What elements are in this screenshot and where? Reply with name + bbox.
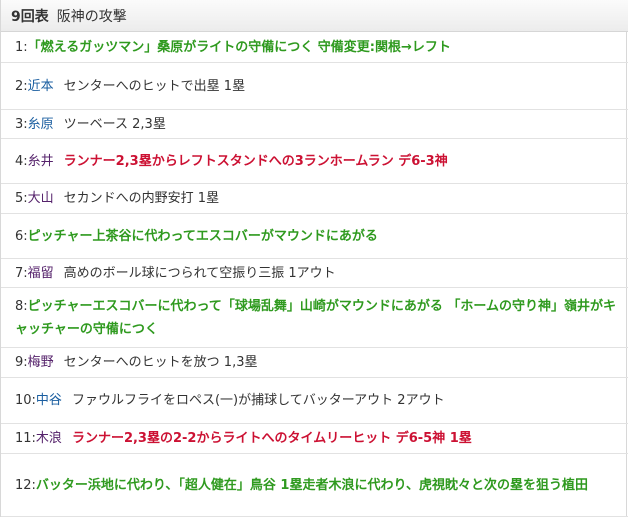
play-number: 2: [15,78,28,94]
play-row: 11:木浪 ランナー2,3塁の2-2からライトへのタイムリーヒット デ6-5神 1… [1,424,628,454]
play-row: 1:「燃えるガッツマン」桑原がライトの守備につく 守備変更:関根→レフト [1,32,628,63]
play-row: 2:近本 センターへのヒットで出塁 1塁 [1,63,628,110]
play-description: ピッチャーエスコバーに代わって「球場乱舞」山崎がマウンドにあがる 「ホームの守り… [15,298,617,337]
play-description: ランナー2,3塁からレフトスタンドへの3ランホームラン デ6-3神 [63,153,448,169]
play-description: ランナー2,3塁の2-2からライトへのタイムリーヒット デ6-5神 1塁 [71,431,472,446]
inning-label: 9回表 [11,8,49,25]
play-row: 3:糸原 ツーベース 2,3塁 [1,110,628,139]
play-description: バッター浜地に代わり、「超人健在」鳥谷 1塁走者木浪に代わり、虎視眈々と次の塁を… [35,477,588,493]
player-link[interactable]: 中谷 [36,393,62,408]
play-description: 「燃えるガッツマン」桑原がライトの守備につく 守備変更:関根→レフト [27,39,451,55]
play-number: 1: [15,39,28,55]
play-row: 6:ピッチャー上茶谷に代わってエスコバーがマウンドにあがる [1,214,628,259]
player-link[interactable]: 福留 [28,266,54,281]
play-description: ファウルフライをロペス(一)が捕球してバッターアウト 2アウト [71,393,445,408]
play-number: 11: [15,431,36,446]
play-row: 12:バッター浜地に代わり、「超人健在」鳥谷 1塁走者木浪に代わり、虎視眈々と次… [1,454,628,517]
play-row: 7:福留 高めのボール球につられて空振り三振 1アウト [1,259,628,288]
play-row: 5:大山 セカンドへの内野安打 1塁 [1,184,628,214]
player-link[interactable]: 梅野 [28,355,54,370]
play-number: 9: [15,355,28,370]
play-row: 4:糸井 ランナー2,3塁からレフトスタンドへの3ランホームラン デ6-3神 [1,139,628,184]
play-number: 10: [15,393,36,408]
player-link[interactable]: 糸原 [28,117,54,132]
play-description: セカンドへの内野安打 1塁 [63,191,220,206]
play-number: 6: [15,228,28,244]
play-row: 9:梅野 センターへのヒットを放つ 1,3塁 [1,348,628,378]
player-link[interactable]: 大山 [28,191,54,206]
play-description: 高めのボール球につられて空振り三振 1アウト [63,265,336,281]
play-number: 4: [15,153,28,169]
play-description: ツーベース 2,3塁 [63,116,166,132]
play-description: センターへのヒットで出塁 1塁 [63,78,246,94]
play-number: 12: [15,477,36,493]
player-link[interactable]: 木浪 [36,431,62,446]
player-link[interactable]: 近本 [28,79,54,94]
play-description: ピッチャー上茶谷に代わってエスコバーがマウンドにあがる [27,228,378,244]
play-description: センターへのヒットを放つ 1,3塁 [63,355,258,370]
player-link[interactable]: 糸井 [28,154,54,169]
attack-label: 阪神の攻撃 [56,8,127,25]
play-row: 10:中谷 ファウルフライをロペス(一)が捕球してバッターアウト 2アウト [1,378,628,424]
play-number: 3: [15,116,28,132]
play-number: 8: [15,298,28,314]
play-number: 5: [15,191,28,206]
inning-header: 9回表 阪神の攻撃 [1,0,628,32]
play-by-play-panel: 9回表 阪神の攻撃 1:「燃えるガッツマン」桑原がライトの守備につく 守備変更:… [0,0,628,517]
play-row: 8:ピッチャーエスコバーに代わって「球場乱舞」山崎がマウンドにあがる 「ホームの… [1,288,628,348]
play-number: 7: [15,265,28,281]
